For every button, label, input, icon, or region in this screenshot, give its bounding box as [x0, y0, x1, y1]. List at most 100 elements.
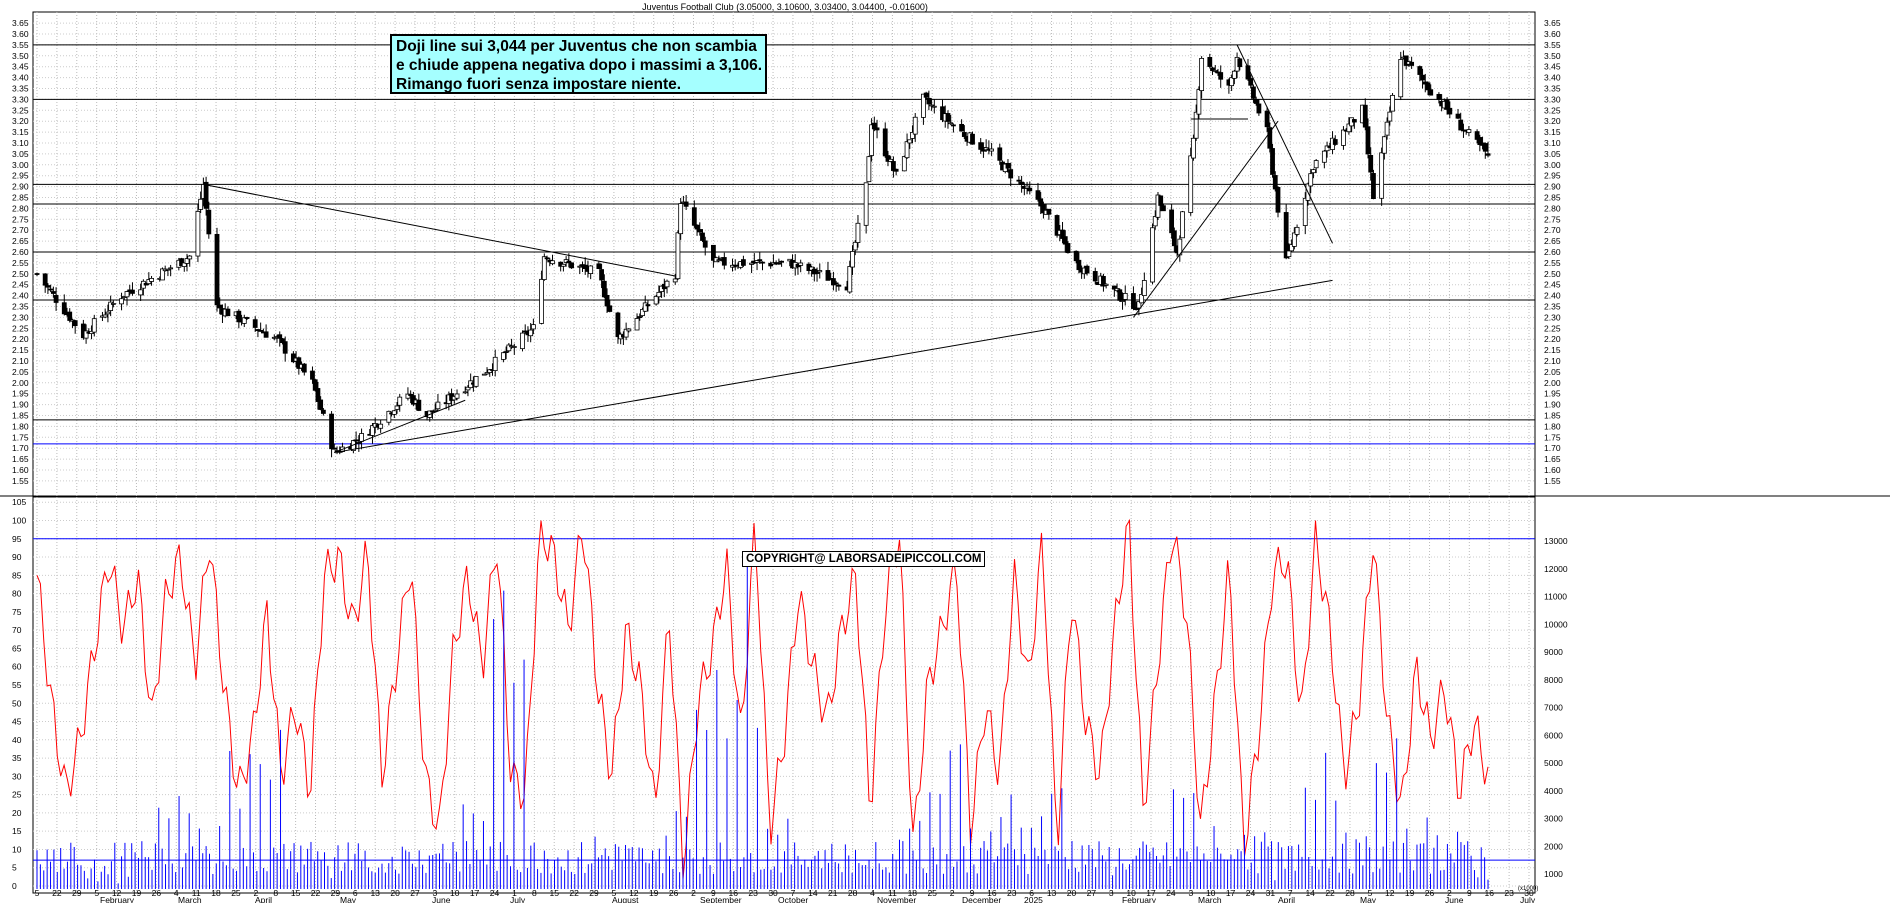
chart-area: Juventus Football Club (3.05000, 3.10600…: [0, 0, 1890, 905]
price-tick-right: 3.40: [1544, 73, 1561, 83]
candle-body: [855, 222, 861, 243]
candle-body: [454, 393, 460, 399]
price-tick-left: 3.45: [12, 62, 29, 72]
candle-body: [310, 370, 315, 380]
candle-body: [102, 314, 108, 318]
candle-body: [528, 329, 534, 337]
candle-body: [817, 270, 823, 273]
price-tick-left: 3.50: [12, 51, 29, 61]
candle-body: [1212, 69, 1218, 72]
x-day-tick: 18: [211, 888, 221, 898]
x-day-tick: 27: [410, 888, 420, 898]
candle-body: [353, 439, 359, 442]
candle-body: [1384, 121, 1390, 136]
price-tick-left: 1.75: [12, 432, 29, 442]
candle-body: [1005, 162, 1011, 169]
x-day-tick: 26: [152, 888, 162, 898]
x-day-tick: 23: [1504, 888, 1514, 898]
candle-body: [716, 259, 722, 262]
osc-tick-left: 0: [12, 881, 17, 891]
price-tick-right: 2.70: [1544, 225, 1561, 235]
candle-body: [907, 139, 913, 144]
x-day-tick: 23: [748, 888, 758, 898]
candle-body: [1084, 265, 1090, 274]
candle-body: [1390, 94, 1395, 112]
candle-body: [700, 232, 705, 241]
candle-body: [931, 105, 937, 108]
candle-body: [596, 263, 602, 269]
price-tick-right: 2.45: [1544, 280, 1561, 290]
x-month-label: May: [1360, 895, 1377, 903]
volume-tick-right: 10000: [1544, 619, 1568, 629]
candle-body: [1436, 93, 1442, 100]
volume-tick-right: 4000: [1544, 786, 1563, 796]
chart-title: Juventus Football Club (3.05000, 3.10600…: [642, 2, 928, 12]
price-tick-left: 2.90: [12, 182, 29, 192]
candle-body: [119, 298, 124, 305]
candle-body: [779, 260, 784, 263]
candle-body: [1193, 111, 1199, 139]
candle-body: [394, 405, 400, 410]
candle-body: [1237, 58, 1243, 68]
candle-body: [91, 318, 97, 333]
price-tick-left: 3.35: [12, 84, 29, 94]
price-tick-left: 2.15: [12, 345, 29, 355]
x-month-label: May: [340, 895, 357, 903]
candle-body: [1218, 72, 1224, 80]
candle-body: [1447, 107, 1453, 115]
volume-tick-right: 1000: [1544, 869, 1563, 879]
candle-body: [1196, 89, 1202, 115]
candle-body: [893, 168, 899, 172]
candle-body: [473, 376, 479, 387]
price-tick-right: 3.65: [1544, 18, 1561, 28]
candle-body: [198, 198, 204, 210]
candle-body: [847, 266, 853, 293]
osc-tick-left: 40: [12, 735, 22, 745]
price-tick-left: 2.85: [12, 193, 29, 203]
candle-body: [550, 260, 555, 265]
candle-body: [912, 116, 918, 135]
x-day-tick: 17: [470, 888, 480, 898]
candle-body: [904, 141, 910, 159]
osc-tick-left: 20: [12, 808, 22, 818]
volume-tick-right: 7000: [1544, 703, 1563, 713]
candle-body: [1379, 152, 1385, 199]
price-tick-right: 3.15: [1544, 127, 1561, 137]
copyright-label: COPYRIGHT@ LABORSADEIPICCOLI.COM: [742, 551, 986, 567]
candle-body: [604, 294, 610, 307]
candle-body: [1482, 143, 1488, 152]
price-tick-left: 1.80: [12, 421, 29, 431]
candle-body: [1046, 208, 1052, 215]
candle-body: [866, 156, 872, 183]
candle-body: [588, 265, 594, 274]
price-tick-left: 2.40: [12, 291, 29, 301]
x-day-tick: 29: [72, 888, 82, 898]
volume-tick-right: 9000: [1544, 647, 1563, 657]
candle-body: [1428, 89, 1434, 96]
candle-body: [1207, 57, 1213, 67]
candle-body: [72, 320, 78, 327]
candle-body: [277, 334, 283, 339]
candle-body: [1120, 300, 1125, 302]
x-day-tick: 26: [669, 888, 679, 898]
x-day-tick: 24: [1246, 888, 1256, 898]
candle-body: [697, 229, 703, 233]
candle-body: [511, 346, 517, 348]
candle-body: [1332, 139, 1338, 145]
candle-body: [149, 277, 154, 282]
candle-body: [492, 356, 498, 372]
volume-tick-right: 3000: [1544, 814, 1563, 824]
x-month-label: 2025: [1024, 895, 1043, 903]
candle-body: [664, 280, 670, 288]
volume-tick-right: 11000: [1544, 592, 1567, 602]
osc-tick-left: 65: [12, 643, 22, 653]
candle-body: [970, 133, 975, 145]
price-tick-left: 2.25: [12, 323, 29, 333]
candle-body: [318, 399, 324, 410]
candle-body: [206, 209, 212, 235]
candle-body: [263, 331, 269, 338]
osc-tick-left: 105: [12, 497, 26, 507]
osc-tick-left: 55: [12, 680, 22, 690]
x-day-tick: 4: [870, 888, 875, 898]
candle-body: [653, 295, 659, 305]
